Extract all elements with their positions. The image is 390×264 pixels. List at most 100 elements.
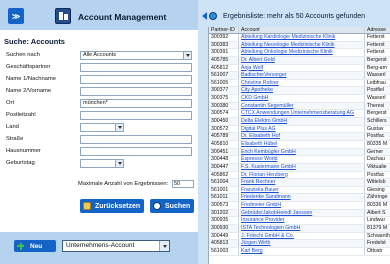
account-link[interactable]: Frank Rechner: [239, 179, 365, 186]
table-row[interactable]: 561001 Franziska Bauer Giesing: [209, 186, 390, 195]
table-cell: 80335 M: [367, 140, 388, 147]
table-row[interactable]: 300380 Constantin Segemüller Theresi: [209, 102, 390, 111]
field-select[interactable]: [80, 123, 124, 132]
account-type-value: Unternehmens-Account: [66, 242, 135, 249]
table-row[interactable]: 405785 Dr. Albert Gold Bergerst: [209, 56, 390, 65]
table-cell: Zähringe: [367, 194, 388, 201]
account-link[interactable]: Digital Plus AG: [239, 125, 365, 133]
table-cell: Fetterst: [367, 34, 385, 40]
reset-button[interactable]: Zurücksetzen: [80, 199, 144, 213]
double-chevron-right-icon[interactable]: ≫: [8, 8, 24, 24]
table-row[interactable]: 405813 Jürgen Wirth Fredelst: [209, 240, 390, 248]
table-row[interactable]: 300448 Espresso World Dachau: [209, 156, 390, 164]
column-header-partner-id[interactable]: Partner-ID: [209, 27, 239, 33]
account-link[interactable]: Erich Kembügler GmbH: [239, 148, 365, 156]
table-cell: Leibfrau: [367, 79, 386, 86]
table-row[interactable]: 300447 F.S. Kustermann GmbH Viktualie: [209, 163, 390, 172]
account-link[interactable]: Dr. Florian Herzberg: [239, 171, 365, 179]
table-row[interactable]: 561004 Frank Rechner Wittelsb: [209, 179, 390, 187]
field-input[interactable]: [80, 111, 192, 120]
field-input[interactable]: [80, 135, 192, 144]
table-row[interactable]: 405789 Dr. Elisabeth Hof Postfac: [209, 133, 390, 141]
account-link[interactable]: GebrüderJakobHeindl Janssen: [239, 209, 365, 217]
column-header-account[interactable]: Account: [239, 27, 365, 33]
account-link[interactable]: Friederike Sandmann: [239, 194, 365, 202]
table-cell: Giesing: [367, 186, 385, 193]
account-link[interactable]: CTCX Anwendungen Unternehmensberatung AG: [239, 110, 365, 118]
account-link[interactable]: Espresso World: [239, 156, 365, 163]
account-link[interactable]: CKD GmbH: [239, 95, 365, 102]
account-link[interactable]: Constantin Segemüller: [239, 102, 365, 110]
account-link[interactable]: Christine Rohrer: [239, 79, 365, 87]
account-link[interactable]: Anja Wolf: [239, 64, 365, 72]
search-button-label: Suchen: [165, 202, 191, 210]
table-cell: 561001: [209, 186, 239, 194]
table-row[interactable]: 561005 Christine Rohrer Leibfrau: [209, 79, 390, 88]
table-row[interactable]: 300573 Fredmeier GmbH 80336 M: [209, 202, 390, 210]
table-row[interactable]: 301202 GebrüderJakobHeindl Janssen Albert …: [209, 209, 390, 218]
account-link[interactable]: Insurance Provider: [239, 217, 365, 225]
triangle-left-icon[interactable]: [202, 12, 207, 20]
field-input[interactable]: [80, 87, 192, 96]
field-input[interactable]: münchen*: [80, 99, 192, 108]
account-link[interactable]: BadischerVersorger: [239, 72, 365, 79]
account-link[interactable]: Franziska Bauer: [239, 186, 365, 194]
account-link[interactable]: City Apotheke: [239, 87, 365, 95]
table-row[interactable]: 300375 CKD GmbH Wasserl: [209, 95, 390, 103]
chevron-down-icon: [183, 52, 191, 59]
new-button-label: Neu: [30, 242, 43, 250]
table-row[interactable]: 300572 Digital Plus AG Gustav: [209, 125, 390, 134]
table-cell: 300573: [209, 202, 239, 209]
table-row[interactable]: 300935 Insurance Provider Lindwur: [209, 217, 390, 226]
table-cell: Fredelst: [367, 240, 386, 247]
table-cell: Schillers: [367, 118, 387, 125]
table-row[interactable]: 300930 ISTA Technologien GmbH 81379 M: [209, 225, 390, 233]
table-row[interactable]: 405810 Elisabeth Hübel 80335 M: [209, 140, 390, 149]
table-row[interactable]: 300392 Abteilung Kardiologie Medizinische…: [209, 34, 390, 42]
table-row[interactable]: 300449 J. Fritschi GmbH & Co. Schwanth: [209, 232, 390, 241]
account-link[interactable]: Elisabeth Hübel: [239, 140, 365, 148]
field-input[interactable]: [80, 75, 192, 84]
table-row[interactable]: 300451 Erich Kembügler GmbH Gerner: [209, 148, 390, 157]
table-row[interactable]: 561007 BadischerVersorger Wasserl: [209, 72, 390, 80]
table-row[interactable]: 300574 CTCX Anwendungen Unternehmensberat…: [209, 110, 390, 119]
account-link[interactable]: Abteilung Kardiologie Medizinische Klini…: [239, 34, 365, 41]
table-body: 300392 Abteilung Kardiologie Medizinische…: [209, 34, 390, 256]
field-label: Straße: [6, 136, 24, 142]
account-link[interactable]: J. Fritschi GmbH & Co.: [239, 232, 365, 240]
results-title: Ergebnisliste: mehr als 50 Accounts gefu…: [223, 12, 366, 20]
field-input[interactable]: [80, 63, 192, 72]
table-row[interactable]: 300377 City Apotheke Postfiel: [209, 87, 390, 96]
account-link[interactable]: Jürgen Wirth: [239, 240, 365, 247]
field-select[interactable]: Alle Accounts: [80, 51, 192, 60]
table-row[interactable]: 561011 Friederike Sandmann Zähringe: [209, 194, 390, 203]
table-row[interactable]: 300383 Abteilung Neurologie Medizinische …: [209, 41, 390, 50]
table-cell: 81379 M: [367, 225, 388, 232]
table-cell: Gustav: [367, 125, 384, 132]
table-cell: 300574: [209, 110, 239, 118]
account-link[interactable]: F.S. Kustermann GmbH: [239, 163, 365, 171]
account-type-select[interactable]: Unternehmens-Account: [62, 240, 170, 252]
account-link[interactable]: Dr. Albert Gold: [239, 56, 365, 64]
column-header-address[interactable]: Adresse: [365, 27, 390, 33]
account-link[interactable]: Abteilung Neurologie Medizinische Klinik: [239, 41, 365, 49]
table-row[interactable]: 300450 Delta Elektro GmbH Schillers: [209, 118, 390, 126]
account-link[interactable]: Dr. Elisabeth Hof: [239, 133, 365, 140]
table-cell: Fetterst: [367, 41, 385, 48]
table-row[interactable]: 300391 Abteilung Onkologie Medizinische K…: [209, 49, 390, 57]
table-row[interactable]: 405862 Dr. Florian Herzberg Postfac: [209, 171, 390, 180]
field-input[interactable]: [80, 147, 192, 156]
account-link[interactable]: ISTA Technologien GmbH: [239, 225, 365, 232]
table-cell: Wittelsb: [367, 179, 386, 186]
account-link[interactable]: Fredmeier GmbH: [239, 202, 365, 209]
account-link[interactable]: Abteilung Onkologie Medizinische Klinik: [239, 49, 365, 56]
max-results-input[interactable]: 50: [172, 180, 194, 188]
search-button[interactable]: Suchen: [150, 199, 194, 213]
account-link[interactable]: Karl Berg: [239, 247, 365, 255]
field-select[interactable]: [80, 159, 124, 168]
new-button[interactable]: Neu: [14, 240, 56, 252]
account-link[interactable]: Delta Elektro GmbH: [239, 118, 365, 125]
table-row[interactable]: 561003 Karl Berg Ottostr: [209, 247, 390, 256]
table-cell: 300935: [209, 217, 239, 225]
table-row[interactable]: 405812 Anja Wolf Berg-am: [209, 64, 390, 73]
